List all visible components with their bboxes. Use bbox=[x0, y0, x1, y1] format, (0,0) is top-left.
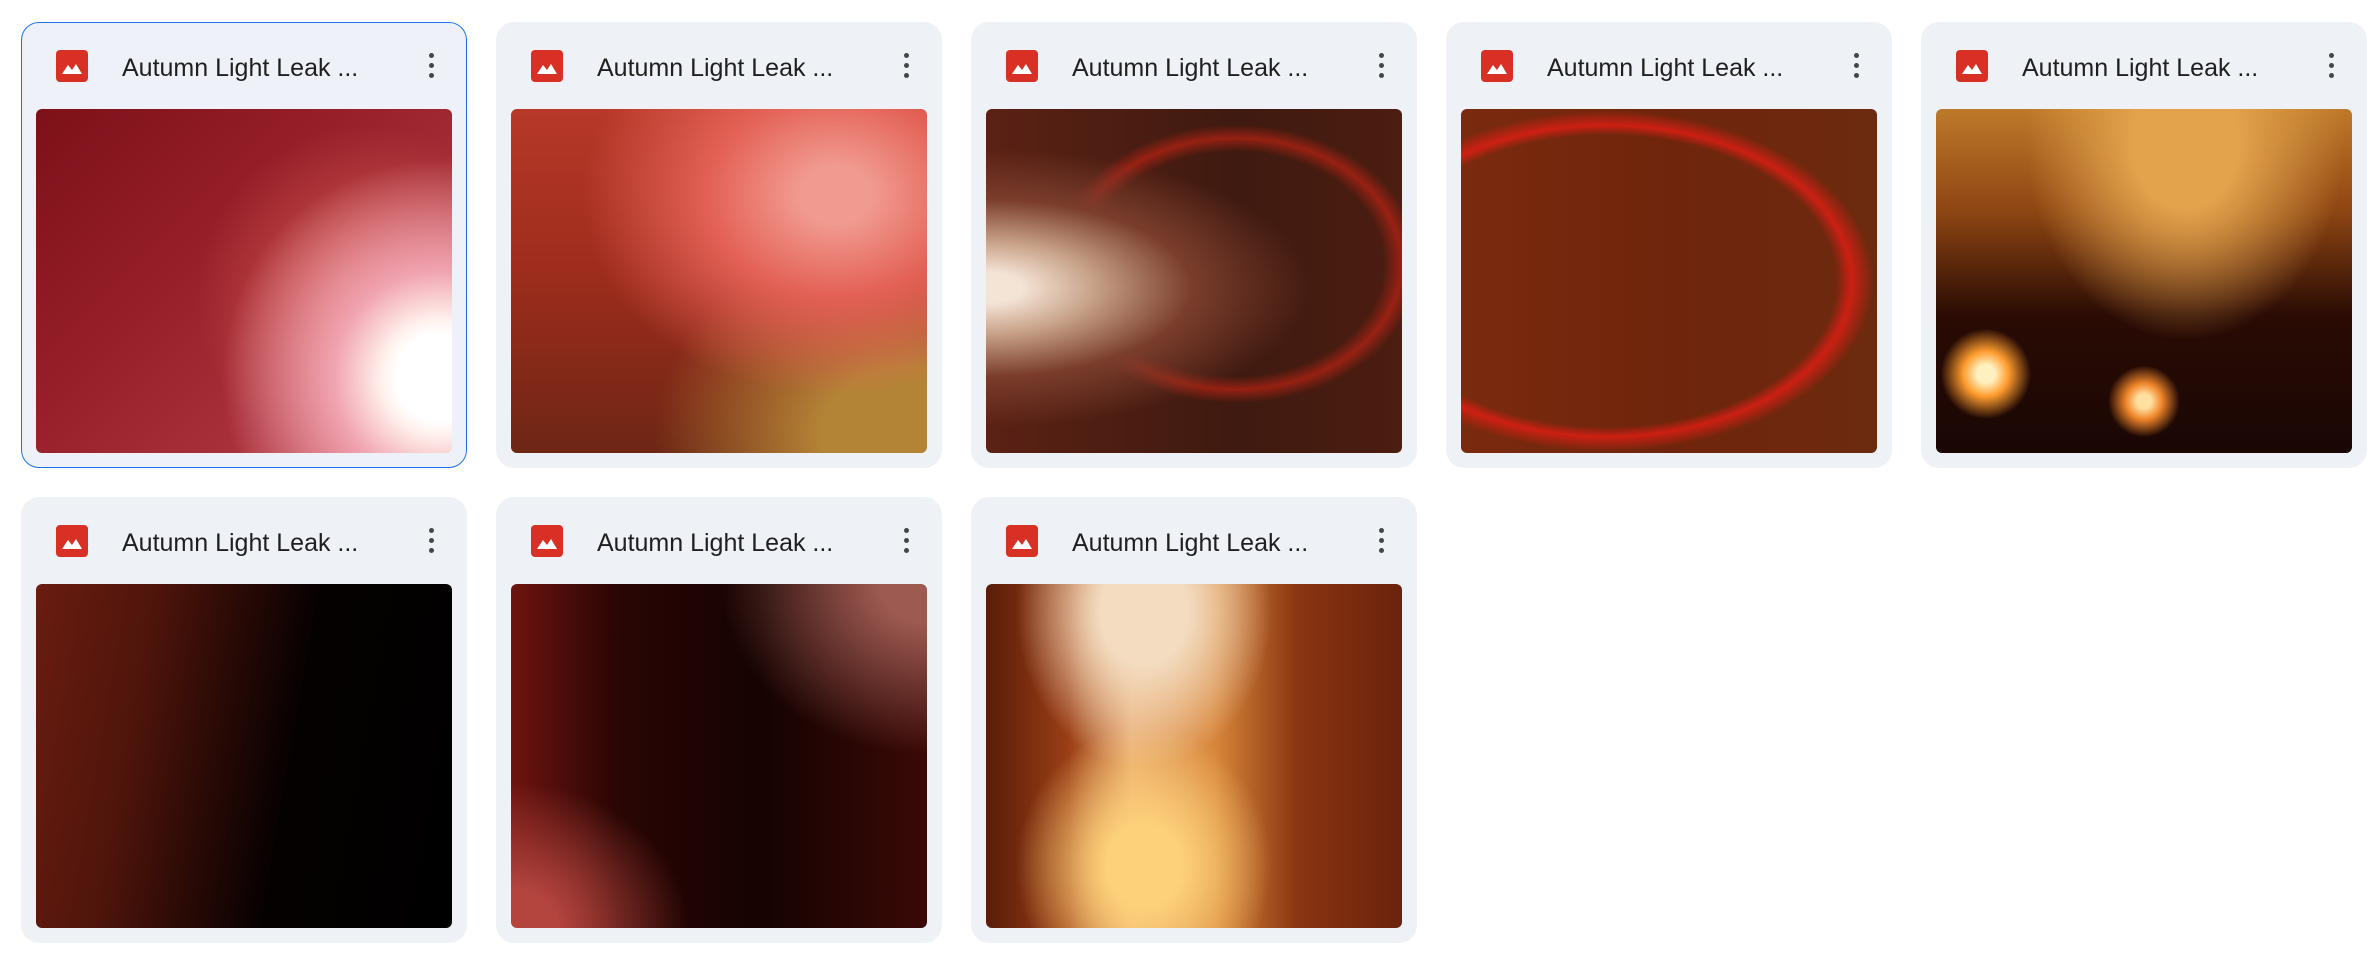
file-card[interactable]: Autumn Light Leak ... bbox=[1446, 22, 1892, 468]
file-name: Autumn Light Leak ... bbox=[2022, 54, 2259, 82]
file-name: Autumn Light Leak ... bbox=[1072, 529, 1309, 557]
image-file-icon bbox=[1006, 525, 1038, 557]
file-name: Autumn Light Leak ... bbox=[122, 54, 359, 82]
file-grid: Autumn Light Leak ... Autumn Light Leak … bbox=[0, 0, 2376, 958]
more-vert-icon[interactable] bbox=[2312, 47, 2350, 85]
file-card[interactable]: Autumn Light Leak ... bbox=[971, 22, 1417, 468]
file-name: Autumn Light Leak ... bbox=[1547, 54, 1784, 82]
file-name: Autumn Light Leak ... bbox=[597, 529, 834, 557]
more-vert-icon[interactable] bbox=[412, 522, 450, 560]
image-file-icon bbox=[1006, 50, 1038, 82]
image-file-icon bbox=[531, 50, 563, 82]
image-file-icon bbox=[56, 50, 88, 82]
file-thumbnail[interactable] bbox=[511, 584, 927, 928]
file-name: Autumn Light Leak ... bbox=[597, 54, 834, 82]
file-card[interactable]: Autumn Light Leak ... bbox=[21, 497, 467, 943]
file-card[interactable]: Autumn Light Leak ... bbox=[21, 22, 467, 468]
file-card[interactable]: Autumn Light Leak ... bbox=[496, 497, 942, 943]
file-card[interactable]: Autumn Light Leak ... bbox=[1921, 22, 2367, 468]
image-file-icon bbox=[1956, 50, 1988, 82]
more-vert-icon[interactable] bbox=[1837, 47, 1875, 85]
more-vert-icon[interactable] bbox=[887, 47, 925, 85]
file-thumbnail[interactable] bbox=[986, 109, 1402, 453]
file-thumbnail[interactable] bbox=[1461, 109, 1877, 453]
image-file-icon bbox=[1481, 50, 1513, 82]
file-card[interactable]: Autumn Light Leak ... bbox=[496, 22, 942, 468]
image-file-icon bbox=[531, 525, 563, 557]
more-vert-icon[interactable] bbox=[1362, 522, 1400, 560]
file-name: Autumn Light Leak ... bbox=[122, 529, 359, 557]
more-vert-icon[interactable] bbox=[887, 522, 925, 560]
file-thumbnail[interactable] bbox=[1936, 109, 2352, 453]
file-card[interactable]: Autumn Light Leak ... bbox=[971, 497, 1417, 943]
more-vert-icon[interactable] bbox=[1362, 47, 1400, 85]
file-name: Autumn Light Leak ... bbox=[1072, 54, 1309, 82]
image-file-icon bbox=[56, 525, 88, 557]
more-vert-icon[interactable] bbox=[412, 47, 450, 85]
file-thumbnail[interactable] bbox=[36, 584, 452, 928]
file-thumbnail[interactable] bbox=[511, 109, 927, 453]
file-thumbnail[interactable] bbox=[986, 584, 1402, 928]
file-thumbnail[interactable] bbox=[36, 109, 452, 453]
